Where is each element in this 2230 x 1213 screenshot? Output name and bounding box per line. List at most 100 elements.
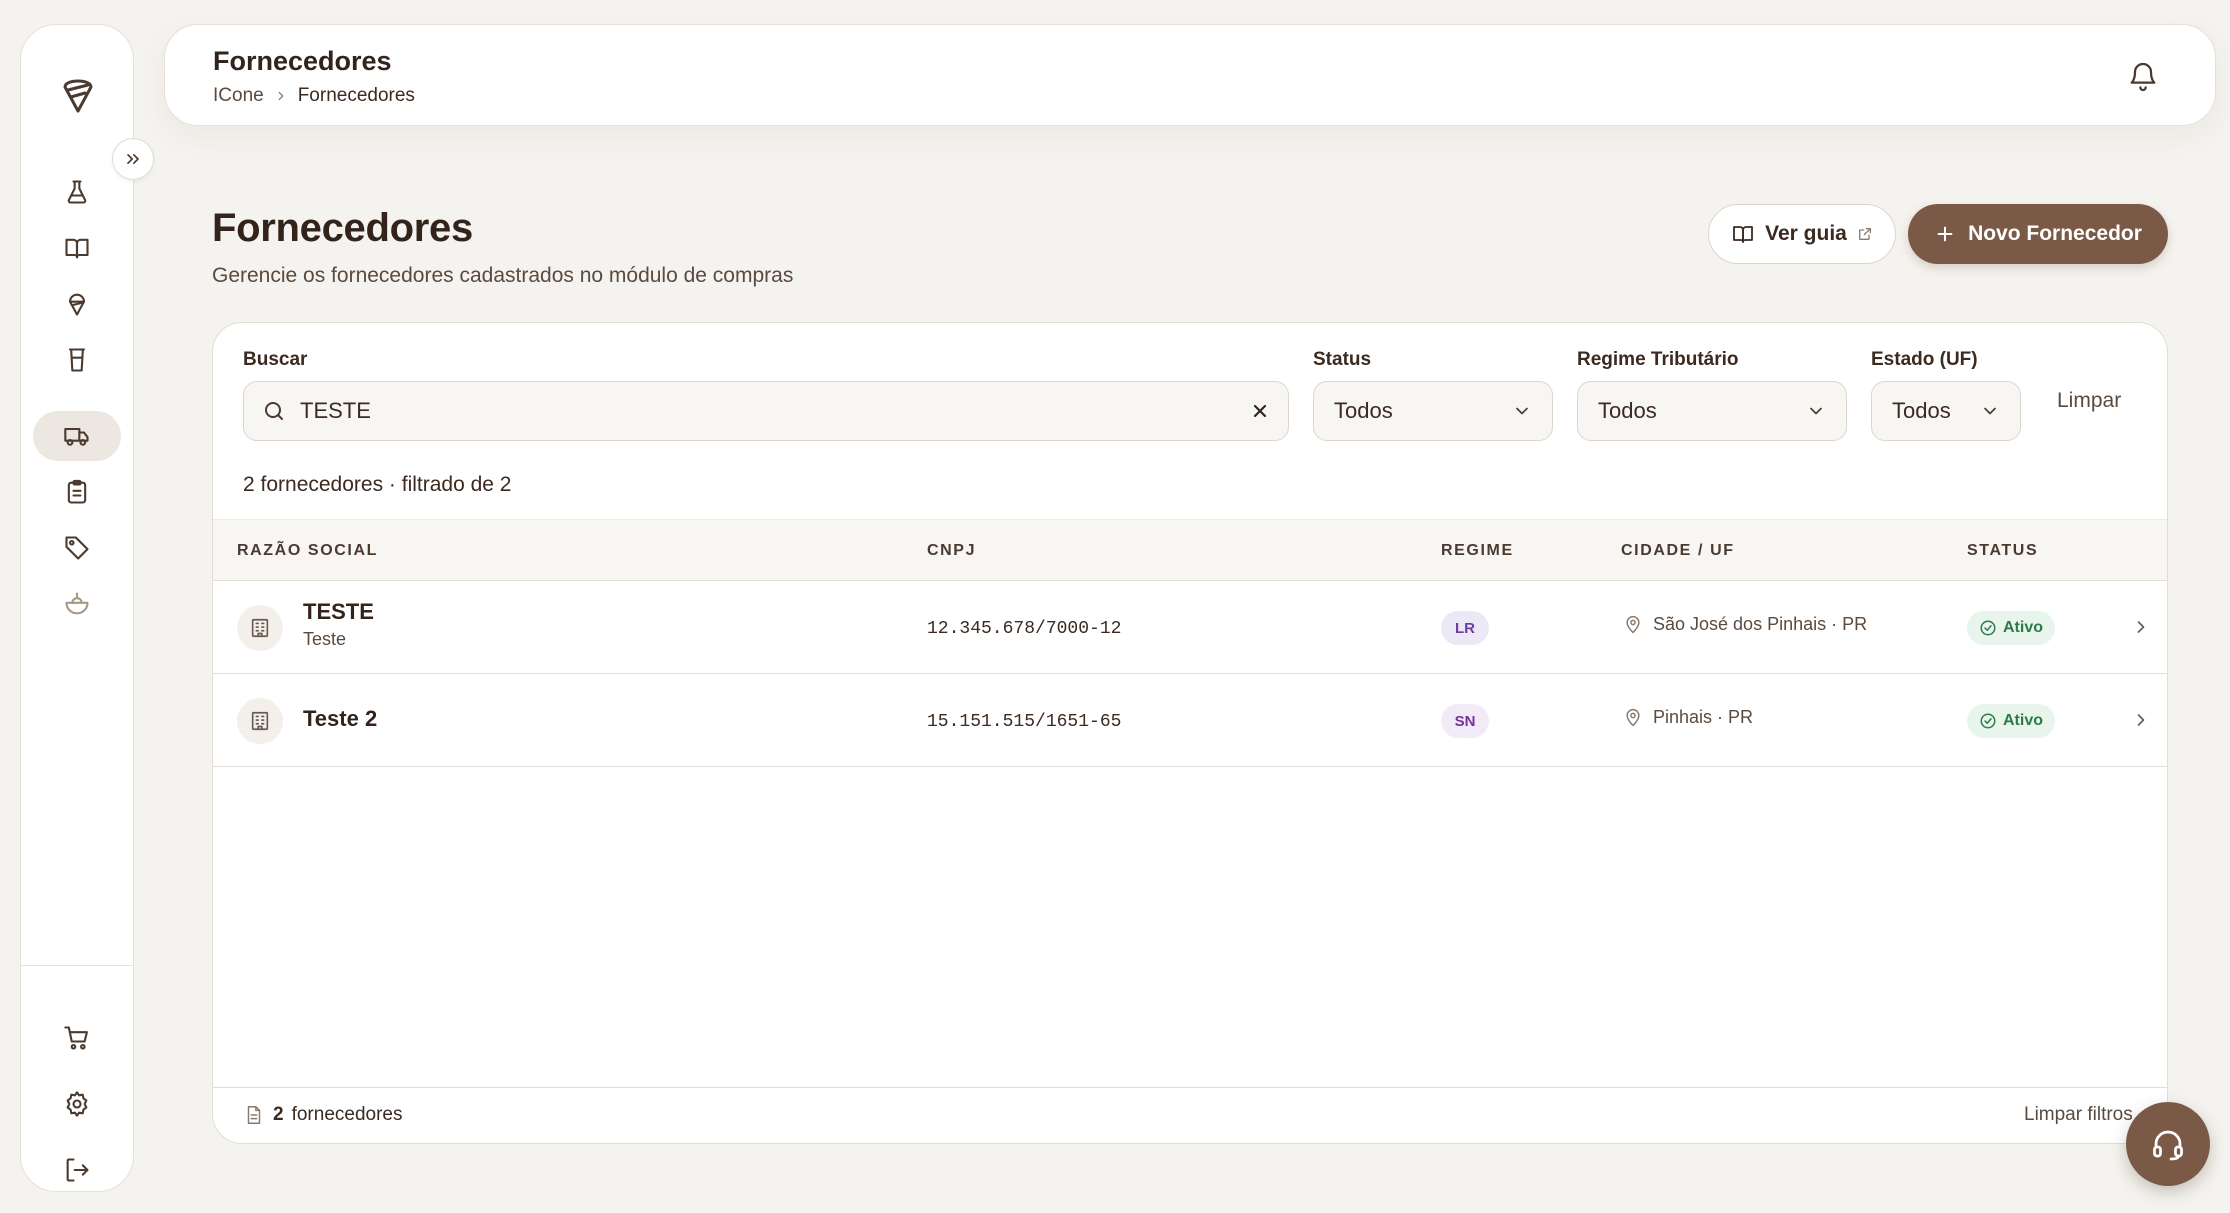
map-pin-icon bbox=[1626, 615, 1640, 633]
sidebar-item-logout[interactable] bbox=[33, 1145, 121, 1195]
notifications-button[interactable] bbox=[2127, 59, 2159, 93]
new-supplier-button[interactable]: Novo Fornecedor bbox=[1908, 204, 2168, 264]
status-select-value: Todos bbox=[1334, 398, 1393, 423]
suppliers-card: Buscar TESTE Status Todos Regime Tributá… bbox=[212, 322, 2168, 1144]
bell-icon bbox=[2130, 62, 2156, 92]
sidebar-item-settings[interactable] bbox=[33, 1079, 121, 1129]
estado-select-value: Todos bbox=[1892, 398, 1951, 423]
flask-icon bbox=[67, 180, 87, 204]
header-title: Fornecedores bbox=[213, 46, 392, 76]
sidebar bbox=[20, 24, 134, 1192]
external-link-icon bbox=[1858, 228, 1871, 240]
status-select[interactable]: Todos bbox=[1313, 381, 1553, 441]
status-text: Ativo bbox=[2003, 712, 2043, 729]
regime-select-value: Todos bbox=[1598, 398, 1657, 423]
clear-button[interactable]: Limpar bbox=[2057, 389, 2121, 413]
search-label: Buscar bbox=[243, 349, 308, 370]
page-subtitle: Gerencie os fornecedores cadastrados no … bbox=[212, 264, 794, 287]
breadcrumb: ICone Fornecedores bbox=[213, 85, 415, 107]
column-header-status[interactable]: STATUS bbox=[1967, 542, 2038, 560]
truck-icon bbox=[64, 427, 89, 446]
breadcrumb-home[interactable]: ICone bbox=[213, 85, 264, 107]
building-icon bbox=[237, 605, 283, 651]
new-supplier-label: Novo Fornecedor bbox=[1968, 222, 2142, 245]
page-title: Fornecedores bbox=[212, 206, 473, 250]
check-circle-icon bbox=[1980, 713, 1996, 729]
building-icon bbox=[237, 698, 283, 744]
clear-search-icon[interactable] bbox=[1250, 401, 1270, 421]
regime-filter-label: Regime Tributário bbox=[1577, 349, 1739, 370]
sidebar-item-book[interactable] bbox=[33, 223, 121, 273]
chevron-right-icon bbox=[2137, 621, 2145, 633]
footer-count-number: 2 bbox=[273, 1104, 284, 1125]
table-header: RAZÃO SOCIAL CNPJ REGIME CIDADE / UF STA… bbox=[213, 519, 2167, 581]
logout-icon bbox=[66, 1158, 89, 1182]
sidebar-item-cup[interactable] bbox=[33, 335, 121, 385]
footer-count-label: fornecedores bbox=[291, 1104, 403, 1125]
supplier-city-text: Pinhais · PR bbox=[1653, 707, 1754, 727]
supplier-city: São José dos Pinhais · PR bbox=[1623, 614, 1867, 635]
chevron-down-icon bbox=[1984, 407, 1996, 415]
book-icon bbox=[65, 238, 89, 259]
status-filter-label: Status bbox=[1313, 349, 1372, 370]
sidebar-item-cart[interactable] bbox=[33, 1013, 121, 1063]
results-summary: 2 fornecedores · filtrado de 2 bbox=[243, 473, 512, 496]
clear-filters-link[interactable]: Limpar filtros bbox=[2024, 1104, 2133, 1126]
chevrons-right-icon bbox=[127, 154, 139, 164]
support-chat-button[interactable] bbox=[2126, 1102, 2210, 1186]
footer-count: 2 fornecedores bbox=[243, 1104, 402, 1126]
supplier-trade-name: Teste bbox=[303, 629, 347, 649]
sidebar-item-fornecedores[interactable] bbox=[33, 411, 121, 461]
sidebar-item-clipboard[interactable] bbox=[33, 467, 121, 517]
estado-filter-label: Estado (UF) bbox=[1871, 349, 1978, 370]
book-icon bbox=[1733, 226, 1754, 243]
table-footer: 2 fornecedores Limpar filtros bbox=[213, 1087, 2167, 1143]
breadcrumb-current: Fornecedores bbox=[297, 85, 415, 106]
column-header-cidade-uf[interactable]: CIDADE / UF bbox=[1621, 542, 1735, 560]
regime-badge: SN bbox=[1441, 704, 1489, 738]
gear-icon bbox=[66, 1091, 88, 1117]
tag-icon bbox=[65, 536, 89, 560]
check-circle-icon bbox=[1980, 620, 1996, 636]
sidebar-expand-button[interactable] bbox=[112, 138, 154, 180]
sidebar-item-cone[interactable] bbox=[33, 279, 121, 329]
supplier-cnpj: 15.151.515/1651-65 bbox=[927, 712, 1122, 732]
chevron-right-icon bbox=[2137, 714, 2145, 726]
chevron-down-icon bbox=[1810, 407, 1822, 415]
ice-cream-cone-logo[interactable] bbox=[59, 73, 97, 115]
chevron-down-icon bbox=[1516, 407, 1528, 415]
sidebar-divider bbox=[21, 965, 133, 966]
sidebar-item-lab[interactable] bbox=[33, 167, 121, 217]
bowl-icon bbox=[65, 592, 89, 615]
table-row[interactable]: TESTE Teste 12.345.678/7000-12 LR São Jo… bbox=[213, 581, 2167, 674]
status-text: Ativo bbox=[2003, 619, 2043, 636]
search-input[interactable]: TESTE bbox=[243, 381, 1289, 441]
view-guide-label: Ver guia bbox=[1765, 222, 1847, 245]
column-header-cnpj[interactable]: CNPJ bbox=[927, 542, 976, 560]
sidebar-item-bowl[interactable] bbox=[33, 579, 121, 629]
column-header-regime[interactable]: REGIME bbox=[1441, 542, 1514, 560]
supplier-name: Teste 2 bbox=[303, 706, 378, 731]
headset-icon bbox=[2153, 1130, 2183, 1161]
supplier-city-text: São José dos Pinhais · PR bbox=[1653, 614, 1868, 634]
supplier-cnpj: 12.345.678/7000-12 bbox=[927, 619, 1122, 639]
estado-select[interactable]: Todos bbox=[1871, 381, 2021, 441]
column-header-razao-social[interactable]: RAZÃO SOCIAL bbox=[237, 542, 378, 560]
plus-icon bbox=[1937, 226, 1953, 242]
search-icon bbox=[265, 402, 283, 420]
map-pin-icon bbox=[1626, 708, 1640, 726]
cup-icon bbox=[68, 348, 86, 372]
regime-badge: LR bbox=[1441, 611, 1489, 645]
regime-select[interactable]: Todos bbox=[1577, 381, 1847, 441]
supplier-city: Pinhais · PR bbox=[1623, 707, 1753, 728]
clipboard-icon bbox=[67, 479, 87, 504]
chevron-right-icon bbox=[278, 91, 284, 101]
table-row[interactable]: Teste 2 15.151.515/1651-65 SN Pinhais · … bbox=[213, 674, 2167, 767]
status-badge: Ativo bbox=[1967, 611, 2055, 645]
sidebar-item-tags[interactable] bbox=[33, 523, 121, 573]
status-badge: Ativo bbox=[1967, 704, 2055, 738]
view-guide-button[interactable]: Ver guia bbox=[1708, 204, 1896, 264]
top-header: Fornecedores ICone Fornecedores bbox=[164, 24, 2216, 126]
ice-cream-cone-icon bbox=[68, 293, 86, 316]
supplier-name: TESTE bbox=[303, 599, 374, 624]
